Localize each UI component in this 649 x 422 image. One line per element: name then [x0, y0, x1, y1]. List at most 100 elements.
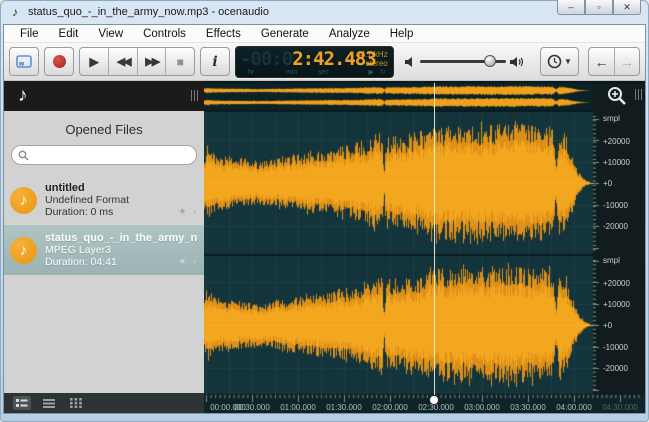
transport-group: ▶ ◀◀ ▶▶ ■ [79, 47, 195, 76]
menu-item-effects[interactable]: Effects [196, 28, 251, 40]
speaker-low-icon[interactable] [405, 56, 416, 68]
waveform-panel: smpl +20000 +10000 +0 -10000 -20000 smpl +20000… [204, 81, 645, 413]
time-unlit-digits: -00:0 [240, 48, 292, 70]
time-tick-label: 04:00.000 [556, 403, 592, 412]
info-button[interactable]: i [200, 47, 230, 76]
window-controls: – ▫ ✕ [557, 0, 641, 15]
time-display[interactable]: -00:02:42.483 hr min sec 44.1 kHz stereo… [235, 46, 394, 78]
menu-item-help[interactable]: Help [380, 28, 424, 40]
time-tick-label: 03:30.000 [510, 403, 546, 412]
file-item-untitled[interactable]: ♪ untitled Undefined Format Duration: 0 … [4, 175, 204, 225]
main-area: ♪ Opened Files ♪ [4, 81, 645, 413]
unit-min: min [286, 69, 297, 76]
unit-sec: sec [318, 69, 329, 76]
panel-title: Opened Files [4, 116, 204, 145]
play-button[interactable]: ▶ [80, 48, 108, 75]
playhead[interactable] [434, 83, 435, 395]
playhead-handle[interactable] [429, 395, 439, 405]
time-tick-label: 03:00.000 [464, 403, 500, 412]
fast-forward-button[interactable]: ▶▶ [137, 48, 166, 75]
forward-button[interactable]: → [614, 48, 639, 75]
music-note-icon[interactable]: ♪ [18, 85, 28, 107]
zoom-button[interactable] [602, 84, 632, 108]
chevron-down-icon: ▼ [564, 57, 572, 66]
amplitude-tick-label: +20000 [603, 279, 630, 288]
sidebar-tab-bar: ♪ [4, 81, 204, 111]
menu-item-generate[interactable]: Generate [251, 28, 319, 40]
time-tick-label: 00:30.000 [234, 403, 270, 412]
stop-button[interactable]: ■ [165, 48, 194, 75]
play-icon: ▶ [89, 54, 99, 70]
app-window: ♪ status_quo_-_in_the_army_now.mp3 - oce… [0, 0, 649, 422]
list-view-button[interactable] [40, 396, 58, 410]
stop-icon: ■ [177, 55, 184, 69]
volume-slider[interactable] [420, 60, 506, 63]
file-format: Undefined Format [45, 194, 129, 206]
window-content: FileEditViewControlsEffectsGenerateAnaly… [3, 24, 646, 414]
menu-bar: FileEditViewControlsEffectsGenerateAnaly… [4, 25, 645, 43]
file-title: untitled [45, 182, 129, 194]
file-search-box[interactable] [11, 145, 197, 165]
grid-view-button[interactable] [67, 396, 85, 410]
menu-item-file[interactable]: File [10, 28, 49, 40]
info-icon: i [212, 54, 217, 70]
app-icon: ♪ [8, 5, 22, 19]
detail-view-button[interactable] [13, 396, 31, 410]
amplitude-tick-label: -20000 [603, 222, 628, 231]
toolbar: ▶ ◀◀ ▶▶ ■ i -00:02:42.483 hr min sec [4, 43, 645, 81]
time-tick-label: 02:00.000 [372, 403, 408, 412]
file-duration: Duration: 0 ms [45, 206, 129, 218]
title-bar[interactable]: ♪ status_quo_-_in_the_army_now.mp3 - oce… [0, 0, 649, 24]
volume-control [405, 56, 525, 68]
time-tick-label: 01:00.000 [280, 403, 316, 412]
record-icon [53, 55, 66, 68]
file-item-status-quo[interactable]: ♪ status_quo_-_in_the_army_now.... MPEG … [4, 225, 204, 275]
volume-knob[interactable] [484, 55, 496, 67]
time-tick-label: 01:30.000 [326, 403, 362, 412]
audio-file-icon: ♪ [10, 237, 37, 264]
rewind-button[interactable]: ◀◀ [108, 48, 137, 75]
sidebar-grip-handle[interactable] [191, 90, 198, 101]
waveform-canvas[interactable] [204, 81, 645, 413]
menu-item-controls[interactable]: Controls [133, 28, 196, 40]
zoom-in-icon [606, 85, 628, 107]
list-view-icon [43, 398, 55, 408]
file-info: status_quo_-_in_the_army_now.... MPEG La… [45, 232, 198, 268]
speaker-high-icon[interactable] [510, 56, 525, 68]
menu-item-edit[interactable]: Edit [49, 28, 89, 40]
close-button[interactable]: ✕ [613, 0, 641, 15]
opened-files-panel: Opened Files ♪ untitled Undefined Format [4, 111, 204, 393]
minimize-button[interactable]: – [557, 0, 585, 15]
rewind-icon: ◀◀ [117, 55, 130, 68]
amplitude-tick-label: smpl [603, 114, 620, 123]
amplitude-tick-label: -10000 [603, 343, 628, 352]
amplitude-tick-label: -20000 [603, 364, 628, 373]
maximize-button[interactable]: ▫ [585, 0, 613, 15]
fast-forward-icon: ▶▶ [145, 55, 158, 68]
amplitude-tick-label: +0 [603, 179, 612, 188]
time-format-button[interactable]: ▼ [540, 47, 579, 76]
audio-file-icon: ♪ [10, 187, 37, 214]
toggle-sidebar-button[interactable] [9, 47, 39, 76]
file-action-icons[interactable]: ★ › [178, 256, 198, 267]
menu-item-analyze[interactable]: Analyze [319, 28, 380, 40]
time-tick-label: 04:30.000 [602, 403, 638, 412]
grid-view-icon [70, 398, 82, 408]
wave-grip-handle[interactable] [635, 89, 642, 100]
amplitude-tick-label: -10000 [603, 201, 628, 210]
file-title: status_quo_-_in_the_army_now.... [45, 232, 198, 244]
tab-notch [22, 111, 34, 112]
file-action-icons[interactable]: ★ › [178, 206, 198, 217]
amplitude-tick-label: +0 [603, 321, 612, 330]
amplitude-tick-label: smpl [603, 256, 620, 265]
menu-item-view[interactable]: View [88, 28, 133, 40]
back-button[interactable]: ← [589, 48, 614, 75]
search-input[interactable] [29, 147, 196, 163]
record-button[interactable] [44, 47, 74, 76]
sidebar-view-bar [4, 393, 204, 413]
sidebar-icon [16, 55, 32, 68]
amplitude-tick-label: +20000 [603, 137, 630, 146]
file-info: untitled Undefined Format Duration: 0 ms [45, 182, 129, 218]
amplitude-tick-label: +10000 [603, 158, 630, 167]
detail-view-icon [16, 398, 28, 408]
